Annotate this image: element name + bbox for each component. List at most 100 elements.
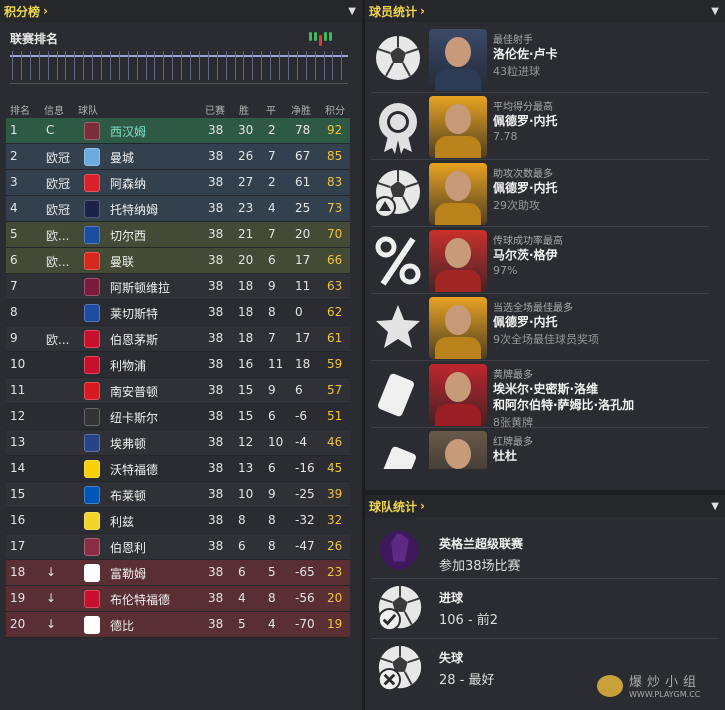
cell-gd: 61 xyxy=(295,175,311,189)
team-stats-header[interactable]: 球队统计 › ▼ xyxy=(365,495,725,517)
table-row[interactable]: 18 ↓ 富勒姆 38 6 5 -65 23 xyxy=(6,560,350,586)
cell-drawn: 7 xyxy=(268,149,276,163)
chevron-down-icon[interactable]: ▼ xyxy=(348,6,356,17)
table-row[interactable]: 13 埃弗顿 38 12 10 -4 46 xyxy=(6,430,350,456)
col-played[interactable]: 已赛 xyxy=(205,102,225,117)
table-row[interactable]: 16 利兹 38 8 8 -32 32 xyxy=(6,508,350,534)
player-stat-row[interactable]: 当选全场最佳最多 佩德罗·内托 9次全场最佳球员奖项 xyxy=(371,295,709,361)
table-row[interactable]: 19 ↓ 布伦特福德 38 4 8 -56 20 xyxy=(6,586,350,612)
col-gd[interactable]: 净胜 xyxy=(291,102,311,117)
cell-played: 38 xyxy=(208,591,224,605)
cell-team[interactable]: 西汉姆 xyxy=(110,123,146,140)
cell-team[interactable]: 切尔西 xyxy=(110,227,146,244)
week-tick xyxy=(190,51,191,80)
col-pos[interactable]: 排名 xyxy=(10,102,30,117)
cell-team[interactable]: 布伦特福德 xyxy=(110,591,170,608)
table-row[interactable]: 12 纽卡斯尔 38 15 6 -6 51 xyxy=(6,404,350,430)
cell-team[interactable]: 沃特福德 xyxy=(110,461,158,478)
cell-gd: 17 xyxy=(295,331,311,345)
table-row[interactable]: 10 利物浦 38 16 11 18 59 xyxy=(6,352,350,378)
week-tick xyxy=(83,51,85,80)
player-photo[interactable] xyxy=(429,230,487,292)
league-table-header[interactable]: 积分榜 › ▼ xyxy=(0,0,362,22)
player-name[interactable]: 杜杜 xyxy=(493,447,517,464)
table-row[interactable]: 17 伯恩利 38 6 8 -47 26 xyxy=(6,534,350,560)
cell-team[interactable]: 曼联 xyxy=(110,253,134,270)
table-row[interactable]: 9 欧... 伯恩茅斯 38 18 7 17 61 xyxy=(6,326,350,352)
cell-team[interactable]: 伯恩茅斯 xyxy=(110,331,158,348)
player-photo[interactable] xyxy=(429,297,487,359)
table-row[interactable]: 4 欧冠 托特纳姆 38 23 4 25 73 xyxy=(6,196,350,222)
cell-gd: 6 xyxy=(295,383,303,397)
cell-drawn: 2 xyxy=(268,175,276,189)
player-name[interactable]: 佩德罗·内托 xyxy=(493,313,558,330)
player-name[interactable]: 佩德罗·内托 xyxy=(493,179,558,196)
player-stats-header[interactable]: 球员统计 › ▼ xyxy=(365,0,725,22)
table-row[interactable]: 3 欧冠 阿森纳 38 27 2 61 83 xyxy=(6,170,350,196)
col-pts[interactable]: 积分 xyxy=(325,102,345,117)
chevron-down-icon[interactable]: ▼ xyxy=(711,6,719,17)
cell-team[interactable]: 曼城 xyxy=(110,149,134,166)
table-row[interactable]: 1 C 西汉姆 38 30 2 78 92 xyxy=(6,118,350,144)
table-row[interactable]: 8 莱切斯特 38 18 8 0 62 xyxy=(6,300,350,326)
team-stat-row[interactable]: 英格兰超级联赛 参加38场比赛 xyxy=(371,519,719,579)
player-photo[interactable] xyxy=(429,163,487,225)
table-row[interactable]: 6 欧... 曼联 38 20 6 17 66 xyxy=(6,248,350,274)
col-drawn[interactable]: 平 xyxy=(266,102,276,117)
table-row[interactable]: 2 欧冠 曼城 38 26 7 67 85 xyxy=(6,144,350,170)
cell-team[interactable]: 南安普顿 xyxy=(110,383,158,400)
player-name-secondary[interactable]: 和阿尔伯特·萨姆比·洛孔加 xyxy=(493,396,634,413)
week-tick xyxy=(181,51,183,80)
col-won[interactable]: 胜 xyxy=(239,102,249,117)
player-photo[interactable] xyxy=(429,96,487,158)
cell-info: ↓ xyxy=(46,617,57,631)
table-row[interactable]: 7 阿斯顿维拉 38 18 9 11 63 xyxy=(6,274,350,300)
cell-team[interactable]: 利兹 xyxy=(110,513,134,530)
cell-team[interactable]: 阿斯顿维拉 xyxy=(110,279,170,296)
player-photo[interactable] xyxy=(429,29,487,91)
cell-team[interactable]: 阿森纳 xyxy=(110,175,146,192)
table-row[interactable]: 5 欧... 切尔西 38 21 7 20 70 xyxy=(6,222,350,248)
cell-team[interactable]: 莱切斯特 xyxy=(110,305,158,322)
table-row[interactable]: 11 南安普顿 38 15 9 6 57 xyxy=(6,378,350,404)
percent-icon xyxy=(375,236,421,286)
table-row[interactable]: 20 ↓ 德比 38 5 4 -70 19 xyxy=(6,612,350,638)
cell-drawn: 7 xyxy=(268,331,276,345)
player-stat-row[interactable]: 平均得分最高 佩德罗·内托 7.78 xyxy=(371,94,709,160)
cell-team[interactable]: 布莱顿 xyxy=(110,487,146,504)
cell-team[interactable]: 德比 xyxy=(110,617,134,634)
player-name[interactable]: 马尔茨·格伊 xyxy=(493,246,558,263)
team-stat-row[interactable]: 进球 106 - 前2 xyxy=(371,579,719,639)
player-stat-row[interactable]: 助攻次数最多 佩德罗·内托 29次助攻 xyxy=(371,161,709,227)
player-name[interactable]: 洛伦佐·卢卡 xyxy=(493,45,558,62)
watermark-text: 爆炒小组 xyxy=(629,675,702,690)
cell-team[interactable]: 利物浦 xyxy=(110,357,146,374)
cell-gd: 20 xyxy=(295,227,311,241)
cell-pos: 7 xyxy=(10,279,18,293)
table-row[interactable]: 15 布莱顿 38 10 9 -25 39 xyxy=(6,482,350,508)
player-stat-row[interactable]: 红牌最多 杜杜 xyxy=(371,429,709,469)
cell-points: 26 xyxy=(327,539,343,553)
star-icon xyxy=(376,305,420,348)
table-row[interactable]: 14 沃特福德 38 13 6 -16 45 xyxy=(6,456,350,482)
cell-played: 38 xyxy=(208,539,224,553)
player-stat-row[interactable]: 最佳射手 洛伦佐·卢卡 43粒进球 xyxy=(371,27,709,93)
player-face xyxy=(445,238,471,268)
cell-team[interactable]: 伯恩利 xyxy=(110,539,146,556)
cell-points: 85 xyxy=(327,149,343,163)
player-name[interactable]: 佩德罗·内托 xyxy=(493,112,558,129)
player-stat-row[interactable]: 黄牌最多 埃米尔·史密斯·洛维 和阿尔伯特·萨姆比·洛孔加 8张黄牌 xyxy=(371,362,709,429)
chevron-down-icon[interactable]: ▼ xyxy=(711,501,719,512)
col-team[interactable]: 球队 xyxy=(78,102,98,117)
col-info[interactable]: 信息 xyxy=(44,102,64,117)
player-photo[interactable] xyxy=(429,364,487,426)
cell-team[interactable]: 富勒姆 xyxy=(110,565,146,582)
player-name[interactable]: 埃米尔·史密斯·洛维 xyxy=(493,380,598,397)
player-stat-row[interactable]: 传球成功率最高 马尔茨·格伊 97% xyxy=(371,228,709,294)
cell-team[interactable]: 纽卡斯尔 xyxy=(110,409,158,426)
cell-played: 38 xyxy=(208,461,224,475)
cell-team[interactable]: 托特纳姆 xyxy=(110,201,158,218)
ball-assist-icon xyxy=(374,170,420,218)
cell-team[interactable]: 埃弗顿 xyxy=(110,435,146,452)
player-photo[interactable] xyxy=(429,431,487,469)
